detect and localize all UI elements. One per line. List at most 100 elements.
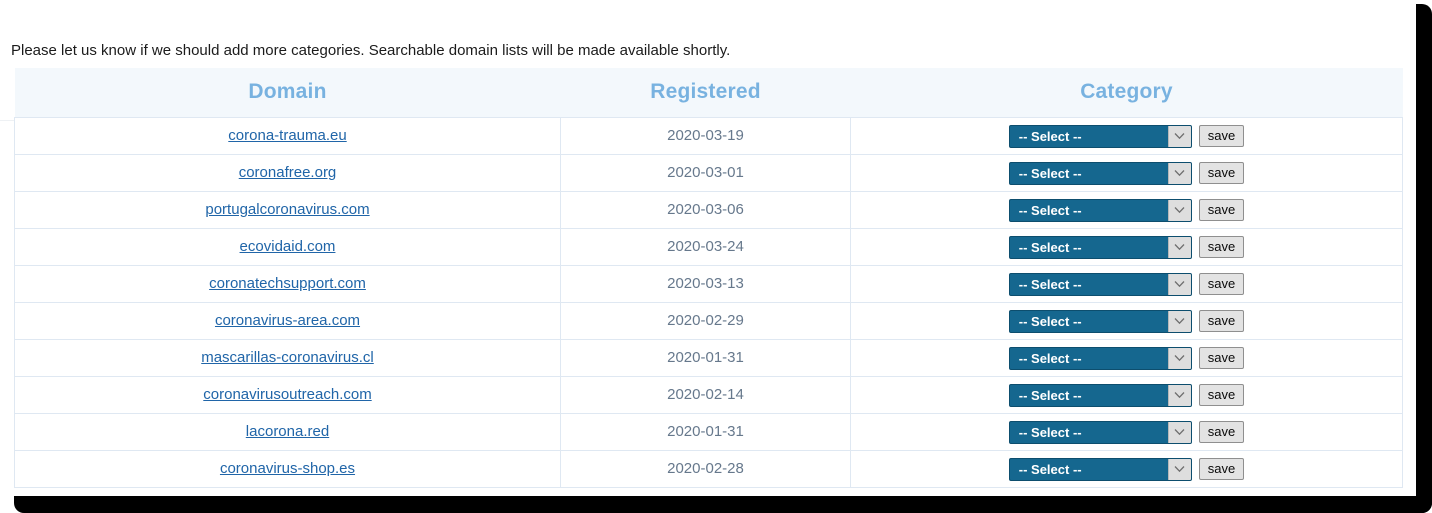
- category-controls: -- Select -- save: [851, 235, 1402, 259]
- category-select-value: -- Select --: [1018, 461, 1082, 477]
- frame-edge-right: [1416, 4, 1432, 513]
- category-select[interactable]: -- Select --: [1008, 124, 1192, 148]
- cell-category: -- Select -- save: [850, 191, 1403, 229]
- save-button[interactable]: save: [1198, 347, 1245, 369]
- registered-date: 2020-03-01: [667, 164, 744, 181]
- domain-link[interactable]: mascarillas-coronavirus.cl: [201, 349, 374, 366]
- save-button[interactable]: save: [1198, 421, 1245, 443]
- category-select-value: -- Select --: [1018, 350, 1082, 366]
- table-row: coronafree.org 2020-03-01 -- Select -- save: [14, 154, 1403, 192]
- table-row: coronavirus-area.com 2020-02-29 -- Select …: [14, 302, 1403, 340]
- category-select-value: -- Select --: [1018, 276, 1082, 292]
- registered-date: 2020-03-13: [667, 275, 744, 292]
- table-row: corona-trauma.eu 2020-03-19 -- Select -- sa…: [14, 117, 1403, 155]
- category-select-value: -- Select --: [1018, 239, 1082, 255]
- save-button[interactable]: save: [1198, 162, 1245, 184]
- chevron-down-icon[interactable]: [1167, 384, 1191, 406]
- cell-category: -- Select -- save: [850, 265, 1403, 303]
- category-select-value: -- Select --: [1018, 387, 1082, 403]
- category-select-value: -- Select --: [1018, 128, 1082, 144]
- category-controls: -- Select -- save: [851, 161, 1402, 185]
- chevron-down-icon[interactable]: [1167, 199, 1191, 221]
- cell-registered: 2020-03-13: [560, 265, 851, 303]
- cell-registered: 2020-03-01: [560, 154, 851, 192]
- domain-link[interactable]: lacorona.red: [246, 423, 329, 440]
- category-controls: -- Select -- save: [851, 272, 1402, 296]
- cell-category: -- Select -- save: [850, 228, 1403, 266]
- category-select[interactable]: -- Select --: [1008, 161, 1192, 185]
- domain-category-table: Domain Registered Category corona-trauma…: [14, 68, 1403, 488]
- column-header-category[interactable]: Category: [850, 68, 1403, 118]
- domain-link[interactable]: ecovidaid.com: [240, 238, 336, 255]
- column-header-registered[interactable]: Registered: [560, 68, 851, 118]
- domain-link[interactable]: coronatechsupport.com: [209, 275, 366, 292]
- cell-domain: coronavirusoutreach.com: [14, 376, 561, 414]
- cell-domain: coronafree.org: [14, 154, 561, 192]
- cell-category: -- Select -- save: [850, 413, 1403, 451]
- category-controls: -- Select -- save: [851, 383, 1402, 407]
- chevron-down-icon[interactable]: [1167, 310, 1191, 332]
- registered-date: 2020-01-31: [667, 349, 744, 366]
- chevron-down-icon[interactable]: [1167, 162, 1191, 184]
- domain-link[interactable]: corona-trauma.eu: [228, 127, 346, 144]
- column-header-domain[interactable]: Domain: [14, 68, 561, 118]
- chevron-down-icon[interactable]: [1167, 125, 1191, 147]
- page-panel-edge: [0, 120, 15, 486]
- cell-category: -- Select -- save: [850, 339, 1403, 377]
- cell-registered: 2020-01-31: [560, 339, 851, 377]
- domain-link[interactable]: coronavirus-shop.es: [220, 460, 355, 477]
- category-select[interactable]: -- Select --: [1008, 235, 1192, 259]
- table-row: portugalcoronavirus.com 2020-03-06 -- Sele…: [14, 191, 1403, 229]
- category-controls: -- Select -- save: [851, 124, 1402, 148]
- cell-category: -- Select -- save: [850, 376, 1403, 414]
- category-select[interactable]: -- Select --: [1008, 420, 1192, 444]
- domain-link[interactable]: portugalcoronavirus.com: [205, 201, 369, 218]
- table-row: coronatechsupport.com 2020-03-13 -- Select…: [14, 265, 1403, 303]
- category-select[interactable]: -- Select --: [1008, 198, 1192, 222]
- table-header-row: Domain Registered Category: [14, 68, 1403, 118]
- chevron-down-icon[interactable]: [1167, 421, 1191, 443]
- chevron-down-icon[interactable]: [1167, 273, 1191, 295]
- save-button[interactable]: save: [1198, 384, 1245, 406]
- cell-domain: coronatechsupport.com: [14, 265, 561, 303]
- registered-date: 2020-03-24: [667, 238, 744, 255]
- table-row: coronavirus-shop.es 2020-02-28 -- Select -…: [14, 450, 1403, 488]
- cell-domain: ecovidaid.com: [14, 228, 561, 266]
- registered-date: 2020-02-28: [667, 460, 744, 477]
- registered-date: 2020-03-19: [667, 127, 744, 144]
- category-select[interactable]: -- Select --: [1008, 383, 1192, 407]
- category-select[interactable]: -- Select --: [1008, 457, 1192, 481]
- chevron-down-icon[interactable]: [1167, 236, 1191, 258]
- save-button[interactable]: save: [1198, 125, 1245, 147]
- domain-link[interactable]: coronavirusoutreach.com: [203, 386, 371, 403]
- category-select[interactable]: -- Select --: [1008, 309, 1192, 333]
- cell-domain: coronavirus-area.com: [14, 302, 561, 340]
- category-controls: -- Select -- save: [851, 457, 1402, 481]
- domain-link[interactable]: coronafree.org: [239, 164, 337, 181]
- cell-domain: mascarillas-coronavirus.cl: [14, 339, 561, 377]
- save-button[interactable]: save: [1198, 273, 1245, 295]
- category-controls: -- Select -- save: [851, 198, 1402, 222]
- chevron-down-icon[interactable]: [1167, 458, 1191, 480]
- save-button[interactable]: save: [1198, 199, 1245, 221]
- cell-domain: corona-trauma.eu: [14, 117, 561, 155]
- category-controls: -- Select -- save: [851, 420, 1402, 444]
- browser-viewport: Please let us know if we should add more…: [0, 0, 1416, 496]
- domain-link[interactable]: coronavirus-area.com: [215, 312, 360, 329]
- category-controls: -- Select -- save: [851, 346, 1402, 370]
- category-select[interactable]: -- Select --: [1008, 346, 1192, 370]
- registered-date: 2020-01-31: [667, 423, 744, 440]
- category-select[interactable]: -- Select --: [1008, 272, 1192, 296]
- chevron-down-icon[interactable]: [1167, 347, 1191, 369]
- table-body: corona-trauma.eu 2020-03-19 -- Select -- sa…: [14, 117, 1403, 488]
- cell-category: -- Select -- save: [850, 450, 1403, 488]
- cell-registered: 2020-03-19: [560, 117, 851, 155]
- registered-date: 2020-03-06: [667, 201, 744, 218]
- registered-date: 2020-02-14: [667, 386, 744, 403]
- save-button[interactable]: save: [1198, 458, 1245, 480]
- save-button[interactable]: save: [1198, 236, 1245, 258]
- intro-paragraph: Please let us know if we should add more…: [11, 42, 731, 59]
- save-button[interactable]: save: [1198, 310, 1245, 332]
- table-row: lacorona.red 2020-01-31 -- Select -- save: [14, 413, 1403, 451]
- category-select-value: -- Select --: [1018, 202, 1082, 218]
